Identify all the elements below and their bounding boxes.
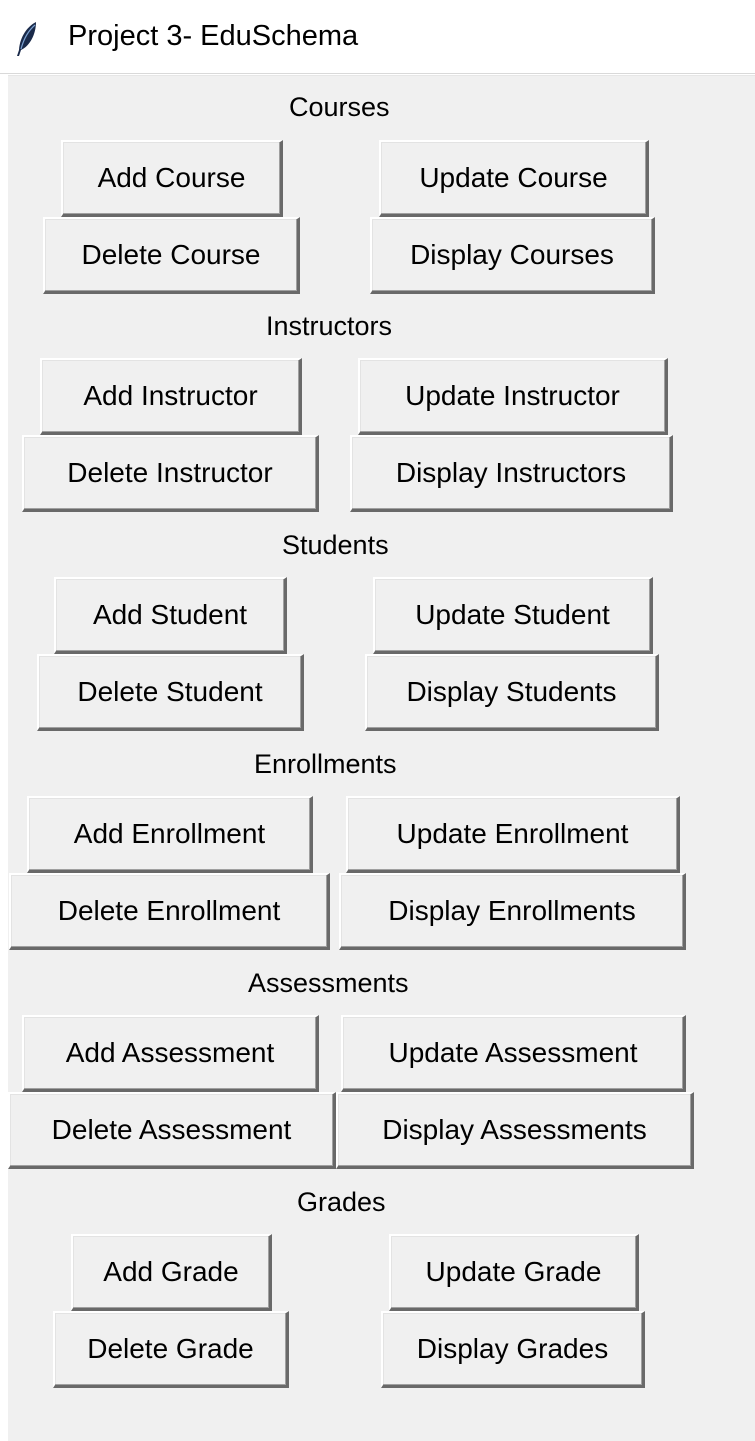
assessments-heading: Assessments <box>248 968 409 998</box>
update-student-button[interactable]: Update Student <box>373 577 653 654</box>
delete-assessment-button[interactable]: Delete Assessment <box>8 1092 336 1169</box>
update-enrollment-button[interactable]: Update Enrollment <box>346 796 680 873</box>
delete-student-button[interactable]: Delete Student <box>37 654 304 731</box>
display-courses-button[interactable]: Display Courses <box>370 217 655 294</box>
display-students-button[interactable]: Display Students <box>365 654 659 731</box>
update-assessment-button[interactable]: Update Assessment <box>341 1015 686 1092</box>
update-course-button[interactable]: Update Course <box>379 140 649 217</box>
students-heading: Students <box>282 530 389 560</box>
add-assessment-button[interactable]: Add Assessment <box>22 1015 319 1092</box>
delete-instructor-button[interactable]: Delete Instructor <box>22 435 319 512</box>
add-course-button[interactable]: Add Course <box>61 140 283 217</box>
display-instructors-button[interactable]: Display Instructors <box>350 435 673 512</box>
window-title: Project 3- EduSchema <box>68 20 359 52</box>
add-enrollment-button[interactable]: Add Enrollment <box>27 796 313 873</box>
instructors-heading: Instructors <box>266 311 393 341</box>
courses-heading: Courses <box>289 92 390 122</box>
display-grades-button[interactable]: Display Grades <box>381 1311 645 1388</box>
enrollments-heading: Enrollments <box>254 749 397 779</box>
update-instructor-button[interactable]: Update Instructor <box>358 358 668 435</box>
add-grade-button[interactable]: Add Grade <box>71 1234 272 1311</box>
add-instructor-button[interactable]: Add Instructor <box>40 358 302 435</box>
add-student-button[interactable]: Add Student <box>54 577 287 654</box>
delete-enrollment-button[interactable]: Delete Enrollment <box>9 873 330 950</box>
grades-heading: Grades <box>297 1187 386 1217</box>
display-enrollments-button[interactable]: Display Enrollments <box>339 873 686 950</box>
delete-grade-button[interactable]: Delete Grade <box>53 1311 289 1388</box>
display-assessments-button[interactable]: Display Assessments <box>336 1092 694 1169</box>
feather-icon <box>17 22 36 56</box>
update-grade-button[interactable]: Update Grade <box>389 1234 639 1311</box>
window-titlebar[interactable]: Project 3- EduSchema <box>0 0 755 74</box>
delete-course-button[interactable]: Delete Course <box>43 217 300 294</box>
